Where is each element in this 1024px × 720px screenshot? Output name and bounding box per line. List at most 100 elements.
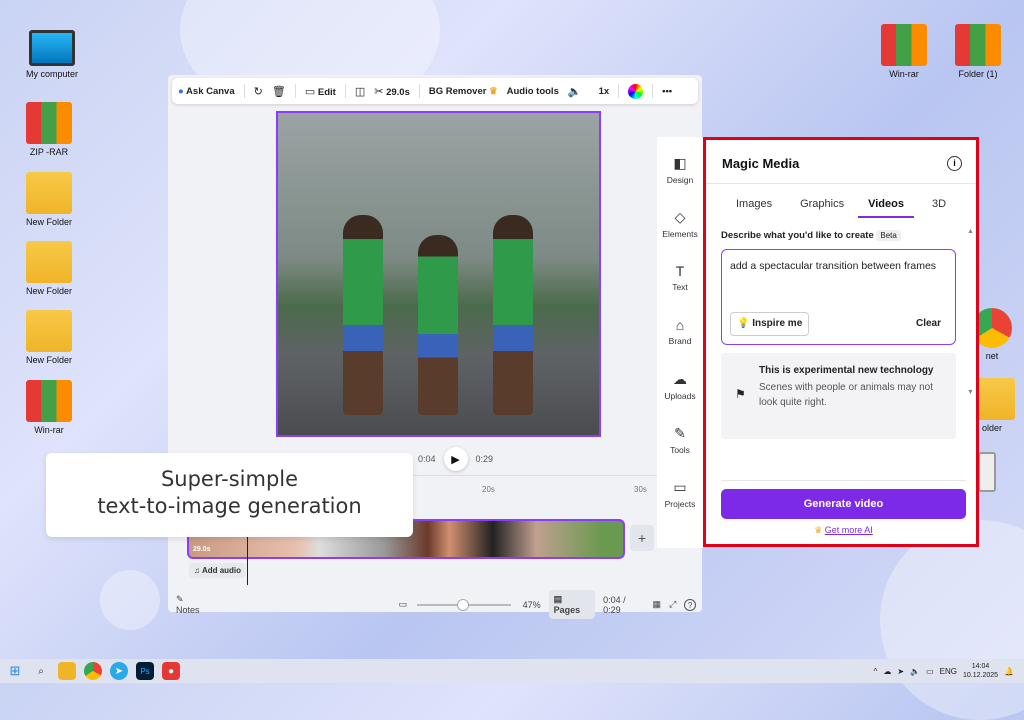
desktop-icon-my-computer[interactable]: My computer [17, 30, 87, 79]
rail-text[interactable]: T Text [657, 245, 703, 299]
speed-button[interactable]: 1x [599, 86, 610, 97]
audio-tools-button[interactable]: Audio tools [507, 86, 559, 97]
generate-video-button[interactable]: Generate video [721, 489, 966, 519]
design-icon: ◧ [673, 155, 687, 171]
fullscreen-icon[interactable]: ⤢ [669, 599, 676, 610]
search-icon[interactable]: ⌕ [32, 662, 50, 680]
desktop-icon-folder[interactable]: New Folder [14, 172, 84, 227]
desktop-icon-zip-rar[interactable]: ZIP -RAR [14, 102, 84, 157]
volume-icon[interactable]: 🔈 [910, 667, 920, 676]
magic-media-panel: Magic Media i Images Graphics Videos 3D … [703, 137, 979, 547]
add-audio-button[interactable]: ♫ Add audio [189, 563, 247, 578]
crown-icon: ♛ [814, 525, 823, 535]
icon-label: Win-rar [889, 69, 919, 79]
icon-label: older [981, 423, 1002, 433]
tray-chevron-icon[interactable]: ^ [874, 667, 878, 676]
text-icon: T [675, 263, 685, 279]
player-figure [493, 215, 533, 415]
color-picker-icon[interactable] [628, 83, 644, 99]
desktop-icon-win-rar[interactable]: Win-rar [14, 380, 84, 435]
player-figure [418, 235, 458, 415]
network-icon[interactable]: ☁ [883, 667, 891, 676]
player-figure [343, 215, 383, 415]
prompt-textarea[interactable]: add a spectacular transition between fra… [721, 249, 956, 345]
brand-icon: ⌂ [675, 317, 685, 333]
lightbulb-icon: 💡 [737, 318, 750, 329]
notes-button[interactable]: ✎ Notes [176, 594, 209, 615]
video-canvas[interactable] [276, 111, 601, 437]
notification-bell-icon[interactable]: 🔔 [1004, 667, 1014, 676]
help-icon[interactable]: ? [684, 598, 696, 611]
icon-label: My computer [25, 69, 78, 79]
info-icon[interactable]: i [947, 156, 962, 171]
pages-button[interactable]: ▤ Pages [548, 590, 596, 619]
desktop-icon-folder[interactable]: New Folder [14, 310, 84, 365]
explorer-icon[interactable] [58, 662, 76, 680]
elements-icon: ◇ [674, 209, 686, 225]
send-icon[interactable]: ➤ [897, 667, 904, 676]
video-icon: ▭ [304, 85, 316, 98]
folder-icon [26, 172, 72, 214]
language-indicator[interactable]: ENG [940, 667, 957, 676]
rail-tools[interactable]: ✎ Tools [657, 407, 703, 461]
ruler-tick: 30s [634, 485, 647, 494]
tab-videos[interactable]: Videos [858, 196, 914, 218]
rail-uploads[interactable]: ☁ Uploads [657, 353, 703, 407]
start-icon[interactable]: ⊞ [6, 662, 24, 680]
zoom-slider[interactable] [417, 598, 511, 611]
add-page-button[interactable]: + [630, 525, 654, 551]
get-more-ai-link[interactable]: ♛ Get more AI [721, 525, 966, 536]
telegram-icon[interactable]: ➤ [110, 662, 128, 680]
trim-button[interactable]: ✂ 29.0s [374, 85, 410, 98]
prompt-label: Describe what you'd like to create [721, 230, 874, 241]
pages-icon: ▤ [553, 594, 563, 604]
caption-callout: Super-simple text-to-image generation [46, 453, 413, 537]
taskbar: ⊞ ⌕ ➤ Ps ● ^ ☁ ➤ 🔈 ▭ ENG 14:04 10.12.2025… [0, 659, 1024, 683]
edit-button[interactable]: ▭ Edit [305, 85, 336, 98]
current-time: 0:04 [418, 454, 436, 464]
comment-icon[interactable]: ↻ [254, 85, 263, 98]
tab-images[interactable]: Images [714, 196, 786, 218]
caption-line: text-to-image generation [97, 494, 362, 518]
zoom-level: 47% [522, 599, 541, 610]
icon-label: New Folder [25, 217, 72, 227]
time-readout: 0:04 / 0:29 [603, 594, 626, 615]
icon-label: ZIP -RAR [29, 147, 69, 157]
panel-title: Magic Media [722, 156, 800, 171]
tab-graphics[interactable]: Graphics [786, 196, 858, 218]
toolbar: ● Ask Canva ↻ 🗑 ▭ Edit ◫ ✂ 29.0s BG Remo… [172, 78, 698, 104]
trash-icon[interactable] [978, 452, 996, 492]
computer-icon [29, 30, 75, 66]
rail-brand[interactable]: ⌂ Brand [657, 299, 703, 353]
rail-elements[interactable]: ◇ Elements [657, 191, 703, 245]
clear-button[interactable]: Clear [916, 316, 941, 332]
archive-icon [26, 380, 72, 422]
play-button[interactable]: ▶ [443, 447, 468, 471]
notes-icon: ✎ [176, 594, 184, 604]
flip-icon[interactable]: ◫ [355, 85, 365, 98]
photoshop-icon[interactable]: Ps [136, 662, 154, 680]
tab-3d[interactable]: 3D [914, 196, 960, 218]
volume-icon[interactable]: 🔈 [568, 85, 582, 98]
chrome-icon[interactable] [84, 662, 102, 680]
desktop-icon-win-rar[interactable]: Win-rar [869, 24, 939, 79]
desktop-icon-folder-1[interactable]: Folder (1) [943, 24, 1013, 79]
tools-icon: ✎ [674, 425, 686, 441]
inspire-me-button[interactable]: 💡 Inspire me [730, 312, 810, 336]
ask-canva-button[interactable]: ● Ask Canva [178, 86, 235, 97]
grid-view-icon[interactable]: ▦ [653, 599, 662, 610]
ruler-tick: 20s [482, 485, 495, 494]
desktop-icon-folder[interactable]: New Folder [14, 241, 84, 296]
rail-projects[interactable]: ▭ Projects [657, 461, 703, 515]
panel-scrollbar[interactable]: ▲ ▼ [967, 228, 974, 468]
rail-design[interactable]: ◧ Design [657, 137, 703, 191]
bg-remover-button[interactable]: BG Remover ♛ [429, 86, 498, 97]
more-icon[interactable]: ••• [662, 86, 672, 97]
app-icon[interactable]: ● [162, 662, 180, 680]
page-view-icon[interactable]: ▭ [399, 599, 408, 610]
trash-icon[interactable]: 🗑 [272, 85, 286, 98]
clock[interactable]: 14:04 10.12.2025 [963, 662, 998, 680]
caption-line: Super-simple [160, 467, 299, 491]
folder-icon: ▭ [673, 479, 687, 495]
display-icon[interactable]: ▭ [926, 667, 934, 676]
